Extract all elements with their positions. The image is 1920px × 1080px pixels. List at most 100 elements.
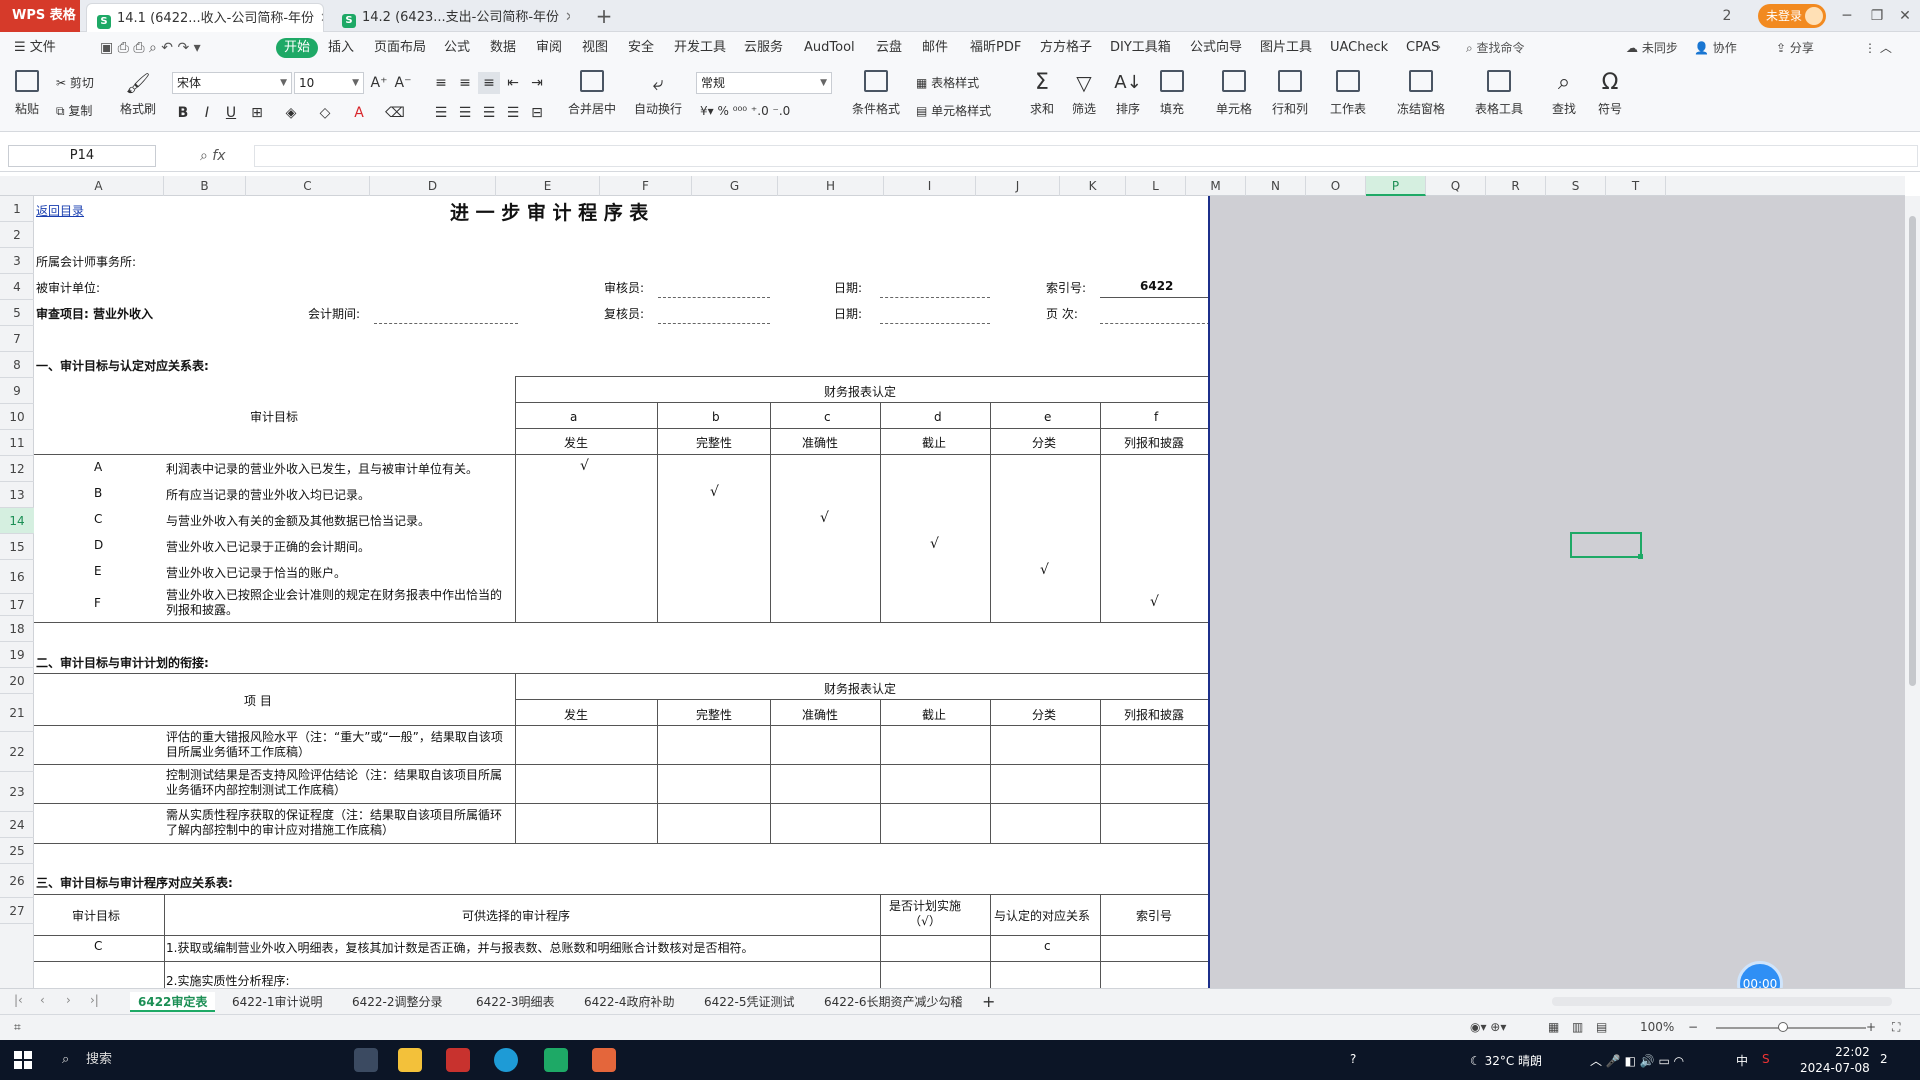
find-button[interactable]: ⌕ 查找 bbox=[1546, 70, 1582, 117]
fullscreen-icon[interactable]: ⛶ bbox=[1892, 1020, 1900, 1035]
cell-style-icon[interactable]: ◈ bbox=[280, 102, 302, 124]
file-menu[interactable]: ☰ 文件 bbox=[14, 38, 56, 58]
row-header[interactable]: 14 bbox=[0, 508, 34, 534]
number-format-tools[interactable]: ¥▾ % ⁰⁰⁰ ⁺.0 ⁻.0 bbox=[700, 104, 790, 118]
horizontal-scrollbar[interactable] bbox=[1552, 997, 1892, 1006]
border-icon[interactable]: ⊞ bbox=[246, 102, 268, 124]
fill-color-icon[interactable]: ◇ bbox=[314, 102, 336, 124]
rechecker-field[interactable] bbox=[658, 323, 770, 324]
row-header[interactable]: 2 bbox=[0, 222, 34, 248]
clock[interactable]: 22:02 2024-07-08 bbox=[1800, 1044, 1870, 1076]
conditional-format-button[interactable]: 条件格式 bbox=[846, 70, 906, 117]
row-header[interactable]: 27 bbox=[0, 898, 34, 924]
column-header[interactable]: F bbox=[600, 176, 692, 196]
zoom-slider[interactable] bbox=[1716, 1027, 1866, 1029]
column-header[interactable]: S bbox=[1546, 176, 1606, 196]
sheet-tab[interactable]: 6422-6长期资产减少勾稽 bbox=[824, 992, 963, 1012]
help-icon[interactable]: ? bbox=[1350, 1052, 1356, 1066]
row-header[interactable]: 7 bbox=[0, 326, 34, 352]
menu-audtool[interactable]: AudTool bbox=[804, 38, 855, 58]
sheet-tab[interactable]: 6422-1审计说明 bbox=[232, 992, 323, 1012]
share-button[interactable]: ⇪ 分享 bbox=[1776, 38, 1814, 58]
font-color-icon[interactable]: A bbox=[348, 102, 370, 124]
auto-wrap-button[interactable]: ⤶ 自动换行 bbox=[630, 70, 686, 117]
zoom-slider-thumb[interactable] bbox=[1778, 1022, 1788, 1032]
column-header[interactable]: B bbox=[164, 176, 246, 196]
zoom-in-icon[interactable]: + bbox=[1866, 1020, 1876, 1034]
menu-view[interactable]: 视图 bbox=[582, 38, 608, 58]
column-header[interactable]: P bbox=[1366, 176, 1426, 196]
formula-input[interactable] bbox=[254, 145, 1918, 167]
close-window-button[interactable]: ✕ bbox=[1890, 4, 1920, 28]
menu-mail[interactable]: 邮件 bbox=[922, 38, 948, 58]
more-icon[interactable]: ⋮ ︿ bbox=[1864, 38, 1892, 58]
reviewer-field[interactable] bbox=[658, 297, 770, 298]
row-header[interactable]: 23 bbox=[0, 772, 34, 812]
menu-review[interactable]: 审阅 bbox=[536, 38, 562, 58]
menu-image-tools[interactable]: 图片工具 bbox=[1260, 38, 1312, 58]
filter-button[interactable]: ▽ 筛选 bbox=[1066, 70, 1102, 117]
column-header[interactable]: N bbox=[1246, 176, 1306, 196]
doc-tab-expense[interactable]: S 14.2 (6423...支出-公司简称-年份 ✕ bbox=[332, 3, 570, 32]
menu-formula[interactable]: 公式 bbox=[444, 38, 470, 58]
zoom-out-icon[interactable]: − bbox=[1688, 1020, 1698, 1034]
file-explorer-icon[interactable] bbox=[398, 1048, 422, 1072]
number-format-select[interactable]: 常规 ▼ bbox=[696, 72, 832, 94]
column-header[interactable]: R bbox=[1486, 176, 1546, 196]
antivirus-icon[interactable]: S bbox=[1762, 1052, 1770, 1066]
row-header[interactable]: 19 bbox=[0, 642, 34, 668]
sum-button[interactable]: Σ 求和 bbox=[1024, 70, 1060, 117]
align-right-icon[interactable]: ☰ bbox=[478, 102, 500, 124]
window-count-icon[interactable]: 2 bbox=[1712, 4, 1742, 28]
cell-button[interactable]: 单元格 bbox=[1210, 70, 1258, 117]
menu-formula-wizard[interactable]: 公式向导 bbox=[1190, 38, 1242, 58]
fx-button[interactable]: ⌕ fx bbox=[200, 145, 226, 167]
column-header[interactable]: K bbox=[1060, 176, 1126, 196]
row-header[interactable]: 22 bbox=[0, 732, 34, 772]
menu-security[interactable]: 安全 bbox=[628, 38, 654, 58]
save-icon[interactable]: ▣ ⎙ ⎙ ⌕ ↶ ↷ ▾ bbox=[100, 38, 201, 58]
column-header[interactable]: H bbox=[778, 176, 884, 196]
row-header[interactable]: 1 bbox=[0, 196, 34, 222]
row-header[interactable]: 26 bbox=[0, 864, 34, 898]
page-break-view-icon[interactable]: ▤ bbox=[1596, 1020, 1607, 1034]
align-left-icon[interactable]: ☰ bbox=[430, 102, 452, 124]
column-header[interactable]: A bbox=[34, 176, 164, 196]
row-header[interactable]: 4 bbox=[0, 274, 34, 300]
scrollbar-thumb[interactable] bbox=[1909, 216, 1916, 686]
distribute-icon[interactable]: ⊟ bbox=[526, 102, 548, 124]
period-field[interactable] bbox=[374, 323, 518, 324]
non-print-area[interactable] bbox=[1210, 196, 1905, 988]
new-tab-button[interactable]: + bbox=[592, 2, 616, 30]
row-header[interactable]: 18 bbox=[0, 616, 34, 642]
page-layout-view-icon[interactable]: ▥ bbox=[1572, 1020, 1583, 1034]
back-to-toc-link[interactable]: 返回目录 bbox=[36, 202, 84, 219]
tray-icons[interactable]: ︿ 🎤 ◧ 🔊 ▭ ◠ bbox=[1590, 1052, 1684, 1069]
format-painter-button[interactable]: 🖌 格式刷 bbox=[118, 70, 158, 117]
indent-decrease-icon[interactable]: ⇤ bbox=[502, 72, 524, 94]
row-header[interactable]: 3 bbox=[0, 248, 34, 274]
copy-button[interactable]: ⧉ 复制 bbox=[56, 102, 92, 119]
align-bottom-icon[interactable]: ≡ bbox=[478, 72, 500, 94]
menu-foxit-pdf[interactable]: 福昕PDF bbox=[970, 38, 1021, 58]
name-box[interactable]: P14 bbox=[8, 145, 156, 167]
app-icon[interactable] bbox=[446, 1048, 470, 1072]
add-sheet-button[interactable]: + bbox=[982, 992, 995, 1012]
restore-button[interactable]: ❐ bbox=[1862, 4, 1892, 28]
windows-start-icon[interactable] bbox=[14, 1051, 32, 1069]
minimize-button[interactable]: ─ bbox=[1832, 4, 1862, 28]
close-icon[interactable]: ✕ bbox=[565, 10, 570, 25]
indent-increase-icon[interactable]: ⇥ bbox=[526, 72, 548, 94]
row-header[interactable]: 15 bbox=[0, 534, 34, 560]
page-field[interactable] bbox=[1100, 323, 1209, 324]
menu-insert[interactable]: 插入 bbox=[328, 38, 354, 58]
row-header[interactable]: 5 bbox=[0, 300, 34, 326]
column-header[interactable]: T bbox=[1606, 176, 1666, 196]
bold-icon[interactable]: B bbox=[172, 102, 194, 124]
column-header[interactable]: I bbox=[884, 176, 976, 196]
sync-status[interactable]: ☁ 未同步 bbox=[1626, 38, 1678, 58]
fill-handle[interactable] bbox=[1638, 554, 1643, 559]
menu-cloud-disk[interactable]: 云盘 bbox=[876, 38, 902, 58]
menu-page-layout[interactable]: 页面布局 bbox=[374, 38, 426, 58]
symbol-button[interactable]: Ω 符号 bbox=[1592, 70, 1628, 117]
